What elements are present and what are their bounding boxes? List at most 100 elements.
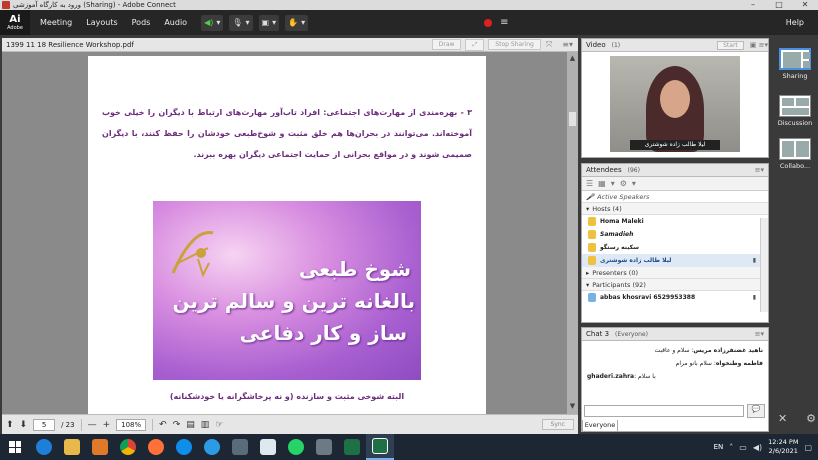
pointer-icon[interactable]: ☞ <box>215 420 223 430</box>
document-scrollbar[interactable]: ▲ ▼ <box>567 52 578 414</box>
layout-sharing[interactable]: Sharing <box>774 48 816 80</box>
chat-scope: (Everyone) <box>615 330 648 338</box>
send-message-button[interactable]: 💬 <box>747 404 765 418</box>
scrollbar-thumb[interactable] <box>569 112 576 126</box>
recording-icon[interactable] <box>484 18 493 27</box>
taskbar-edge[interactable] <box>198 434 226 460</box>
status-toggle[interactable]: ✋ ▾ <box>285 14 309 31</box>
taskbar-whatsapp[interactable] <box>282 434 310 460</box>
zoom-in-icon[interactable]: + <box>103 420 111 430</box>
prev-page-icon[interactable]: ⬆ <box>6 420 14 430</box>
start-button[interactable] <box>0 434 30 460</box>
annotate-button[interactable]: ⤢ <box>465 38 485 51</box>
taskbar-calculator[interactable] <box>310 434 338 460</box>
chat-pod: Chat 3 (Everyone) ≡▾ ناهید غضنفرزاده مری… <box>581 327 769 432</box>
taskbar-media[interactable] <box>86 434 114 460</box>
page-number-input[interactable]: 5 <box>33 418 56 431</box>
maximize-button[interactable]: □ <box>766 0 792 10</box>
taskbar-teamviewer[interactable] <box>170 434 198 460</box>
taskbar-chrome[interactable] <box>114 434 142 460</box>
clock[interactable]: 12:24 PM 2/6/2021 <box>768 438 798 456</box>
participants-section[interactable]: ▾ Participants (92) <box>582 279 768 291</box>
menu-help[interactable]: Help <box>786 18 804 27</box>
chevron-down-icon: ▾ <box>216 18 221 27</box>
fit-page-icon[interactable]: ▥ <box>201 420 210 430</box>
chat-tab-everyone[interactable]: Everyone <box>582 420 618 432</box>
microphone-toggle[interactable]: 🎙 ▾ <box>229 14 253 31</box>
network-icon[interactable]: ▭ <box>739 443 747 452</box>
sort-icon[interactable]: ▾ <box>611 179 615 188</box>
attendees-scrollbar[interactable] <box>760 218 768 312</box>
raise-hand-icon: ✋ <box>288 18 299 27</box>
grid-view-icon[interactable]: ▦ <box>598 179 606 188</box>
attendees-count: (96) <box>627 166 640 174</box>
next-page-icon[interactable]: ⬇ <box>20 420 28 430</box>
settings-icon[interactable]: ⚙ <box>620 179 627 188</box>
speaker-toggle[interactable]: ◀) ▾ <box>201 14 224 31</box>
window-titlebar: ورود به کارگاه آموزشی (Sharing) - Adobe … <box>0 0 818 10</box>
fullscreen-icon[interactable]: ⤧ <box>546 40 552 50</box>
notifications-icon[interactable]: ▢ <box>804 443 812 452</box>
edge-icon <box>204 439 220 455</box>
zoom-select[interactable]: 108% <box>116 418 147 431</box>
attendees-menu-icon[interactable]: ≡▾ <box>755 166 764 174</box>
minimize-button[interactable]: – <box>740 0 766 10</box>
host-item-selected[interactable]: لیلا طالب زاده شوشتری ▮ <box>582 254 768 267</box>
host-item[interactable]: Samadieh <box>582 228 768 241</box>
start-webcam-button[interactable]: Start <box>717 40 744 50</box>
stop-sharing-button[interactable]: Stop Sharing <box>488 39 541 50</box>
adobe-connect-app-icon <box>2 1 10 9</box>
undo-icon[interactable]: ↶ <box>159 420 167 430</box>
taskbar-excel[interactable] <box>338 434 366 460</box>
host-item[interactable]: سکینه رستگو <box>582 241 768 254</box>
participant-user-icon <box>588 293 596 302</box>
layout-collaboration[interactable]: Collabo... <box>774 138 816 170</box>
host-user-icon <box>588 230 596 239</box>
microphone-icon: 🎤 <box>586 192 595 201</box>
sync-button[interactable]: Sync <box>541 419 574 430</box>
chevron-down-icon: ▾ <box>272 18 277 27</box>
menu-meeting[interactable]: Meeting <box>40 18 72 27</box>
hosts-section[interactable]: ▾ Hosts (4) <box>582 203 768 215</box>
presenters-section[interactable]: ▸ Presenters (0) <box>582 267 768 279</box>
scroll-down-icon[interactable]: ▼ <box>568 402 577 410</box>
menu-layouts[interactable]: Layouts <box>86 18 117 27</box>
image-title-line1: شوخ طبعی <box>298 257 411 281</box>
taskbar-explorer[interactable] <box>58 434 86 460</box>
chevron-down-icon[interactable]: ▾ <box>632 179 636 188</box>
tray-chevron-up-icon[interactable]: ˄ <box>729 443 733 452</box>
menu-audio[interactable]: Audio <box>164 18 187 27</box>
input-language[interactable]: EN <box>714 443 724 451</box>
menu-icon[interactable]: ≡ <box>500 17 508 28</box>
menu-pods[interactable]: Pods <box>132 18 151 27</box>
taskbar-notepad[interactable] <box>254 434 282 460</box>
draw-button[interactable]: Draw <box>431 39 462 50</box>
speaker-video[interactable]: لیلا طالب زاده شوشتری <box>610 56 740 152</box>
taskbar-app[interactable] <box>226 434 254 460</box>
zoom-out-icon[interactable]: — <box>88 420 97 430</box>
video-menu-icon[interactable]: ▣ ≡▾ <box>750 41 768 49</box>
layout-discussion[interactable]: Discussion <box>774 95 816 127</box>
folder-icon <box>64 439 80 455</box>
fit-width-icon[interactable]: ▤ <box>186 420 195 430</box>
scroll-up-icon[interactable]: ▲ <box>568 54 577 62</box>
add-layout-icon[interactable]: ✕ <box>778 412 787 425</box>
speaker-icon: ◀) <box>204 18 214 27</box>
chat-menu-icon[interactable]: ≡▾ <box>755 330 764 338</box>
volume-icon[interactable]: ◀) <box>753 443 762 452</box>
redo-icon[interactable]: ↷ <box>173 420 181 430</box>
pod-menu-icon[interactable]: ≡▾ <box>562 40 573 49</box>
chrome-icon <box>120 439 136 455</box>
document-viewer[interactable]: ۳ - بهره‌مندی از مهارت‌های اجتماعی: افرا… <box>2 52 578 414</box>
host-item[interactable]: Homa Maleki <box>582 215 768 228</box>
participant-item[interactable]: abbas khosravi 6529953388 ▮ <box>582 291 768 304</box>
webcam-toggle[interactable]: ▣ ▾ <box>258 14 280 31</box>
taskbar-adobe-connect[interactable] <box>366 434 394 460</box>
list-view-icon[interactable]: ☰ <box>586 179 593 188</box>
taskbar-ie[interactable] <box>30 434 58 460</box>
taskbar-firefox[interactable] <box>142 434 170 460</box>
close-button[interactable]: ✕ <box>792 0 818 10</box>
chat-input[interactable] <box>584 405 744 417</box>
chevron-down-icon: ▾ <box>586 204 590 213</box>
layout-settings-icon[interactable]: ⚙ <box>806 412 816 425</box>
